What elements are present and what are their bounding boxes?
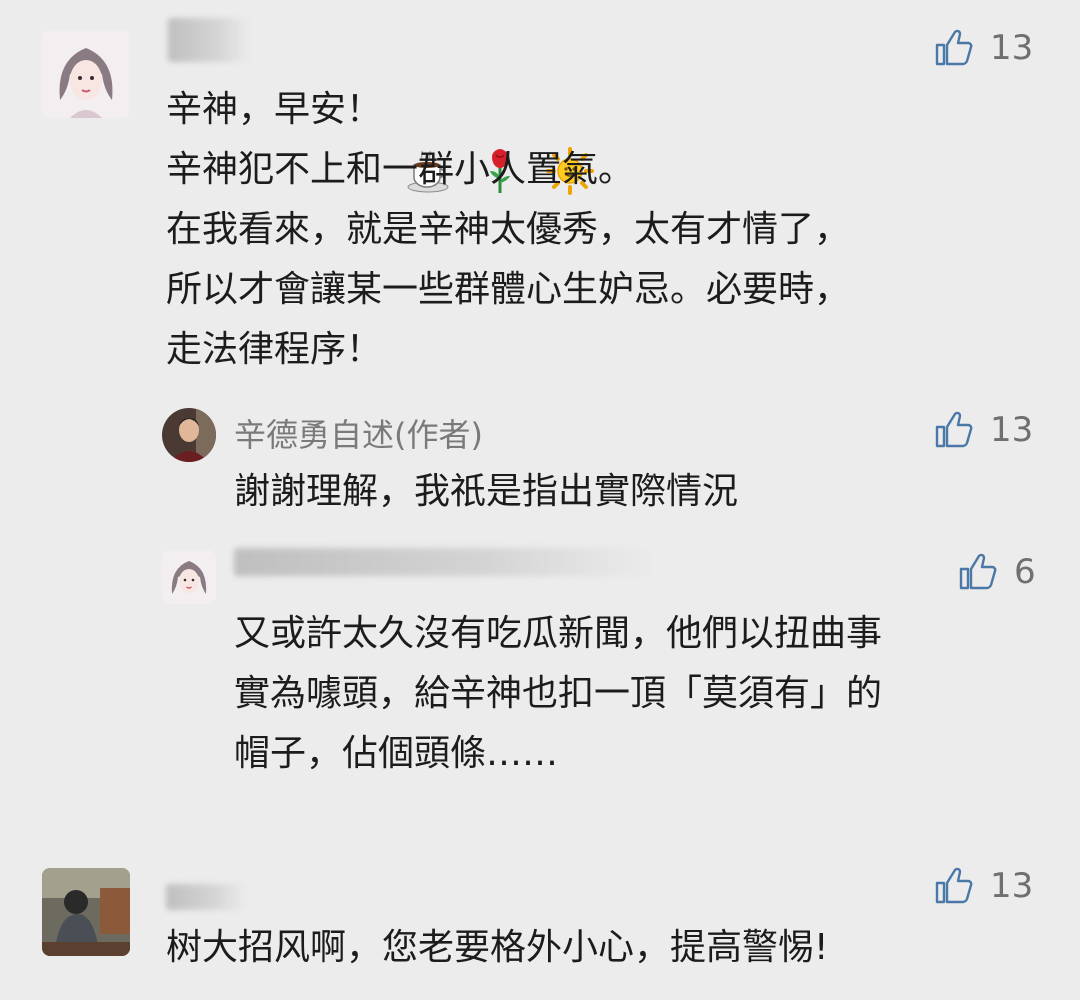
rose-icon: [476, 87, 524, 193]
like-count: 13: [990, 410, 1034, 450]
reply-text: 又或許太久沒有吃瓜新聞，他們以扭曲事 實為噱頭，給辛神也扣一頂「莫須有」的 帽子…: [234, 613, 883, 774]
coffee-icon: [406, 87, 454, 193]
like-button[interactable]: 13: [934, 28, 1033, 68]
author-name-redacted: [168, 18, 250, 62]
reply-text: 謝謝理解，我祇是指出實際情況: [234, 471, 739, 512]
author-name[interactable]: 辛德勇自述(作者): [234, 410, 483, 456]
comment-body: 辛神犯不上和一群小人置氣。 在我看來，就是辛神太優秀，太有才情了， 所以才會讓某…: [166, 149, 851, 370]
thumbs-up-icon: [958, 552, 998, 592]
comment-text: 树大招风啊，您老要格外小心，提高警惕!: [166, 927, 829, 968]
avatar[interactable]: [42, 868, 130, 956]
author-name-redacted: [234, 548, 654, 576]
author-avatar[interactable]: [162, 408, 216, 462]
thumbs-up-icon: [934, 410, 974, 450]
like-button[interactable]: 13: [934, 866, 1033, 906]
like-count: 6: [1014, 552, 1036, 592]
like-count: 13: [990, 28, 1034, 68]
like-count: 13: [990, 866, 1034, 906]
avatar[interactable]: [162, 550, 216, 604]
greeting-text: 辛神，早安！: [166, 89, 383, 130]
like-button[interactable]: 13: [934, 410, 1033, 450]
sun-icon: [546, 87, 595, 195]
author-name-redacted: [166, 884, 246, 910]
thumbs-up-icon: [934, 28, 974, 68]
avatar[interactable]: [42, 30, 130, 118]
like-button[interactable]: 6: [958, 552, 1036, 592]
thumbs-up-icon: [934, 866, 974, 906]
comment-text: 辛神，早安！ 辛神犯不上和一群小人置氣。 在我看來，就是辛神太優秀，太有才情了，…: [166, 80, 1046, 380]
